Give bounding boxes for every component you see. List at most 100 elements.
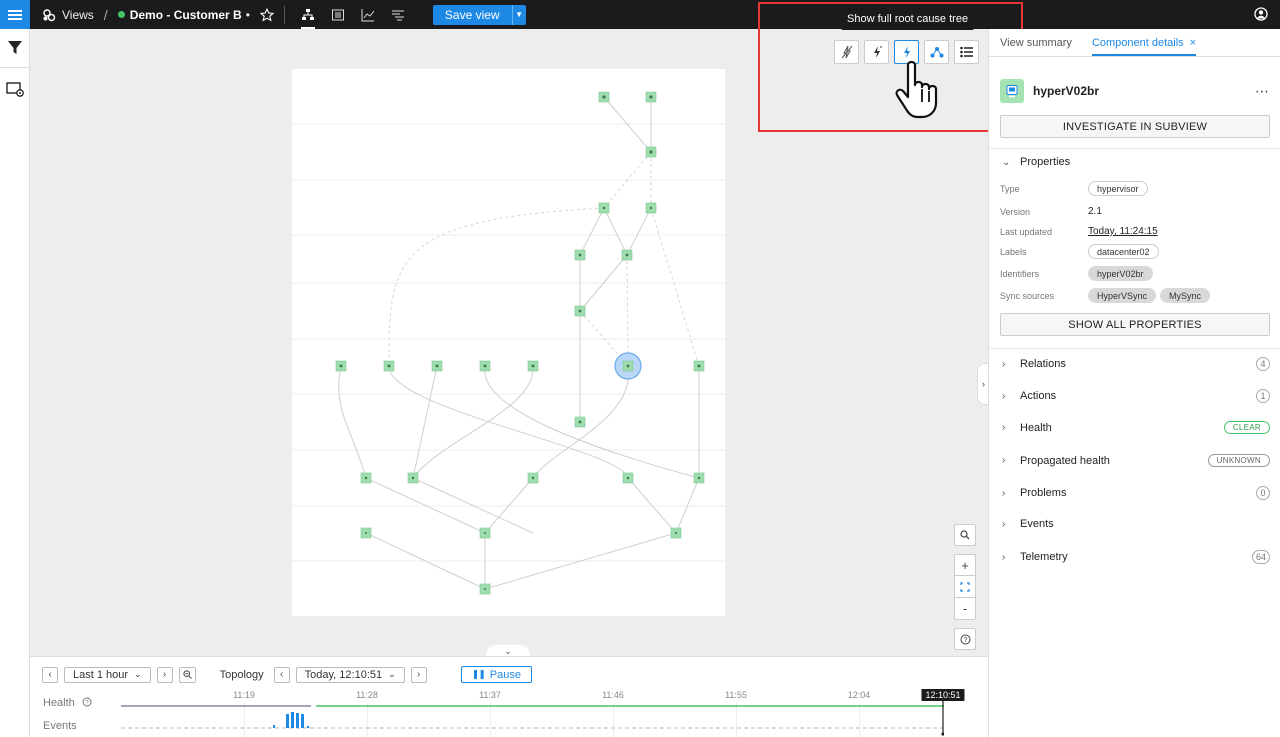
property-last-updated: Last updated Today, 11:24:15 bbox=[1000, 226, 1270, 237]
identifier-chip[interactable]: hyperV02br bbox=[1088, 266, 1153, 281]
chart-icon bbox=[361, 8, 375, 21]
no-root-cause-button[interactable] bbox=[834, 40, 859, 64]
pause-icon: ❚❚ bbox=[471, 669, 486, 679]
property-value: 2.1 bbox=[1088, 206, 1102, 217]
property-key: Sync sources bbox=[1000, 290, 1055, 301]
snapshot-time-select[interactable]: Today, 12:10:51 ⌄ bbox=[295, 666, 405, 683]
top-bar: Views / Demo - Customer B • Save view ▼ bbox=[0, 0, 1280, 29]
topology-layout-icon bbox=[930, 47, 943, 58]
topology-icon bbox=[301, 8, 314, 20]
list-layout-button[interactable] bbox=[954, 40, 979, 64]
health-label-text: Health bbox=[43, 697, 75, 709]
section-label: Relations bbox=[1020, 358, 1066, 370]
health-status-badge: CLEAR bbox=[1223, 421, 1270, 434]
events-section-header[interactable]: › Events bbox=[1002, 518, 1270, 530]
chevron-left-icon: ‹ bbox=[48, 669, 52, 680]
hypervisor-icon bbox=[1000, 79, 1024, 103]
time-range-select[interactable]: Last 1 hour ⌄ bbox=[64, 666, 151, 683]
time-back-button[interactable]: ‹ bbox=[42, 666, 58, 683]
show-all-properties-button[interactable]: SHOW ALL PROPERTIES bbox=[1000, 313, 1270, 336]
divider bbox=[989, 348, 1280, 349]
relations-section-header[interactable]: › Relations 4 bbox=[1002, 357, 1270, 371]
help-button[interactable]: ? bbox=[954, 628, 976, 650]
star-icon[interactable] bbox=[259, 7, 274, 22]
timeline-zoom-button[interactable] bbox=[178, 666, 196, 683]
toolbar-divider bbox=[283, 5, 285, 24]
time-forward-button[interactable]: › bbox=[156, 666, 173, 683]
events-mode-button[interactable] bbox=[323, 0, 353, 29]
section-label: Health bbox=[1020, 421, 1052, 434]
save-view-button[interactable]: Save view ▼ bbox=[432, 4, 526, 25]
close-icon[interactable]: × bbox=[1190, 37, 1196, 49]
user-account-icon[interactable] bbox=[1254, 7, 1268, 21]
pause-button[interactable]: ❚❚ Pause bbox=[460, 666, 532, 683]
timeline-axis[interactable]: 11:19 11:28 11:37 11:46 11:55 12:04 12:1… bbox=[121, 687, 965, 737]
list-mode-button[interactable] bbox=[383, 0, 413, 29]
snapshot-time-value: Today, 12:10:51 bbox=[304, 668, 383, 681]
topology-canvas[interactable]: Show full root cause tree + - ? ⌄ bbox=[30, 2, 1023, 657]
help-icon[interactable]: ? bbox=[82, 697, 92, 707]
property-version: Version 2.1 bbox=[1000, 206, 1270, 217]
tab-view-summary[interactable]: View summary bbox=[1000, 37, 1072, 56]
search-icon bbox=[960, 530, 970, 540]
propagated-health-section-header[interactable]: › Propagated health UNKNOWN bbox=[1002, 454, 1270, 467]
filter-button[interactable] bbox=[0, 29, 30, 67]
help-icon: ? bbox=[960, 634, 970, 644]
time-range-value: Last 1 hour bbox=[73, 668, 129, 681]
section-label: Properties bbox=[1020, 156, 1071, 168]
view-name: Demo - Customer B bbox=[129, 7, 242, 22]
chevron-right-icon: › bbox=[1002, 551, 1006, 563]
sync-source-chip[interactable]: MySync bbox=[1160, 288, 1211, 303]
telemetry-mode-button[interactable] bbox=[353, 0, 383, 29]
zoom-out-button[interactable]: - bbox=[954, 598, 976, 620]
timeline-bar: ‹ Last 1 hour ⌄ › Topology ‹ Today, 12:1… bbox=[30, 656, 988, 737]
tab-component-details[interactable]: Component details × bbox=[1091, 37, 1197, 56]
zoom-in-button[interactable]: + bbox=[954, 554, 976, 576]
telemetry-section-header[interactable]: › Telemetry 64 bbox=[1002, 550, 1270, 564]
chevron-right-icon: › bbox=[162, 669, 167, 680]
snapshot-forward-button[interactable]: › bbox=[410, 666, 427, 683]
left-rail bbox=[0, 29, 30, 737]
property-sync-sources: Sync sources HyperVSync MySync bbox=[1000, 288, 1270, 303]
problems-section-header[interactable]: › Problems 0 bbox=[1002, 486, 1270, 500]
chevron-down-icon: ⌄ bbox=[388, 669, 396, 679]
property-key: Version bbox=[1000, 206, 1031, 217]
last-updated-link[interactable]: Today, 11:24:15 bbox=[1088, 226, 1158, 237]
filter-icon bbox=[8, 41, 22, 54]
snapshot-back-button[interactable]: ‹ bbox=[273, 666, 290, 683]
health-section-header[interactable]: › Health CLEAR bbox=[1002, 421, 1270, 434]
type-chip[interactable]: hypervisor bbox=[1088, 181, 1148, 196]
pause-label: Pause bbox=[489, 668, 521, 681]
label-chip[interactable]: datacenter02 bbox=[1088, 244, 1159, 259]
fit-to-screen-button[interactable] bbox=[954, 576, 976, 598]
topology-graph[interactable] bbox=[292, 69, 725, 616]
property-key: Type bbox=[1000, 183, 1020, 194]
views-link[interactable]: Views bbox=[62, 8, 94, 22]
events-row-label: Events bbox=[43, 720, 77, 732]
view-settings-button[interactable] bbox=[0, 74, 30, 104]
rail-divider bbox=[0, 67, 29, 68]
properties-section-header[interactable]: ⌄ Properties bbox=[1002, 156, 1270, 168]
component-name: hyperV02br bbox=[1033, 84, 1100, 98]
hamburger-icon bbox=[8, 13, 22, 16]
count-badge: 64 bbox=[1251, 550, 1270, 564]
timeline-mode-label: Topology bbox=[219, 668, 264, 681]
topology-mode-button[interactable] bbox=[293, 0, 323, 29]
probable-root-cause-button[interactable] bbox=[864, 40, 889, 64]
traces-icon bbox=[391, 10, 404, 20]
tooltip: Show full root cause tree bbox=[841, 8, 975, 30]
chevron-right-icon: › bbox=[982, 379, 985, 389]
chevron-left-icon: ‹ bbox=[279, 669, 284, 680]
sync-source-chip[interactable]: HyperVSync bbox=[1088, 288, 1157, 303]
main-menu-button[interactable] bbox=[0, 0, 30, 29]
zoom-out-icon bbox=[182, 670, 192, 679]
property-type: Type hypervisor bbox=[1000, 181, 1270, 196]
investigate-subview-button[interactable]: INVESTIGATE IN SUBVIEW bbox=[1000, 115, 1270, 138]
property-labels: Labels datacenter02 bbox=[1000, 244, 1270, 259]
view-health-dot bbox=[117, 11, 125, 18]
more-options-icon[interactable]: ⋯ bbox=[1255, 83, 1270, 100]
chevron-right-icon: › bbox=[1002, 422, 1006, 433]
search-button[interactable] bbox=[954, 524, 976, 546]
chevron-down-icon[interactable]: ▼ bbox=[511, 4, 526, 25]
actions-section-header[interactable]: › Actions 1 bbox=[1002, 389, 1270, 403]
